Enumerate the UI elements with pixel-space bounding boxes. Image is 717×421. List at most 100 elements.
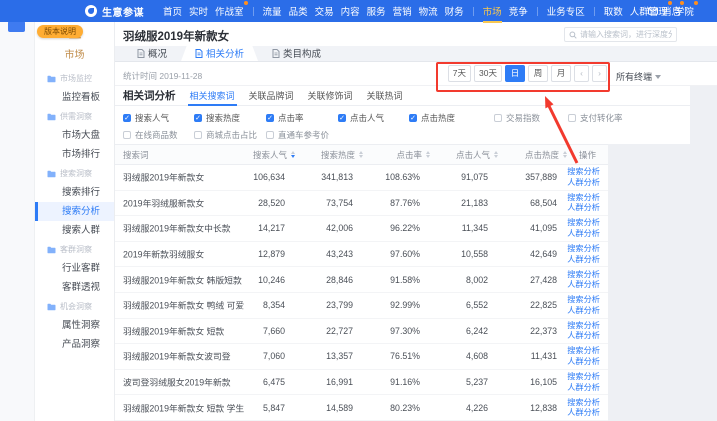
checkbox[interactable] bbox=[568, 114, 576, 122]
column-header[interactable]: 点击热度 bbox=[525, 145, 567, 164]
column-header[interactable]: 点击率 bbox=[396, 145, 430, 164]
sidebar-item[interactable]: 搜索人群 bbox=[35, 221, 114, 240]
search-input[interactable] bbox=[580, 30, 672, 39]
column-header[interactable]: 搜索人气 bbox=[253, 145, 295, 164]
nav-item[interactable]: 取数 bbox=[603, 4, 624, 18]
nav-item[interactable]: 营销 bbox=[392, 4, 413, 18]
sort-icon[interactable] bbox=[426, 151, 430, 158]
metric-option[interactable]: ✓搜索人气 bbox=[123, 112, 194, 124]
action-link[interactable]: 人群分析 bbox=[567, 383, 600, 393]
panel-tab[interactable]: 关联修饰词 bbox=[308, 86, 353, 105]
tab[interactable]: 概况 bbox=[123, 45, 181, 61]
metric-option[interactable]: ✓点击热度 bbox=[409, 112, 494, 124]
nav-item[interactable]: 服务 bbox=[366, 4, 387, 18]
version-tooltip[interactable]: 版本说明 bbox=[37, 25, 83, 38]
nav-item[interactable]: 物流 bbox=[418, 4, 439, 18]
metric-option[interactable]: ✓点击率 bbox=[266, 112, 338, 124]
panel-tab[interactable]: 相关搜索词 bbox=[190, 86, 235, 105]
sidebar-item[interactable]: 搜索分析 bbox=[35, 202, 114, 221]
action-link[interactable]: 人群分析 bbox=[567, 408, 600, 418]
checkbox[interactable] bbox=[194, 131, 202, 139]
action-link[interactable]: 搜索分析 bbox=[567, 270, 600, 280]
action-link[interactable]: 搜索分析 bbox=[567, 398, 600, 408]
terminal-label: 所有终端 bbox=[616, 70, 652, 83]
checkbox[interactable] bbox=[266, 131, 274, 139]
action-link[interactable]: 搜索分析 bbox=[567, 346, 600, 356]
terminal-dropdown[interactable]: 所有终端 bbox=[616, 70, 661, 83]
sidebar-item[interactable]: 搜索排行 bbox=[35, 183, 114, 202]
sort-icon[interactable] bbox=[359, 151, 363, 158]
action-link[interactable]: 人群分析 bbox=[567, 255, 600, 265]
action-link[interactable]: 搜索分析 bbox=[567, 372, 600, 382]
nav-item[interactable]: 财务 bbox=[444, 4, 465, 18]
action-link[interactable]: 搜索分析 bbox=[567, 218, 600, 228]
metric-option[interactable]: 交易指数 bbox=[494, 112, 568, 124]
metric-option[interactable]: ✓点击人气 bbox=[338, 112, 409, 124]
sort-icon[interactable] bbox=[291, 151, 295, 158]
checkbox[interactable] bbox=[494, 114, 502, 122]
panel-tab[interactable]: 关联热词 bbox=[367, 86, 403, 105]
action-link[interactable]: 人群分析 bbox=[567, 203, 600, 213]
tab[interactable]: 相关分析 bbox=[181, 45, 258, 61]
checkbox[interactable]: ✓ bbox=[266, 114, 274, 122]
nav-item[interactable]: 实时 bbox=[188, 4, 209, 18]
table-row: 羽绒服2019年新款女 鸭绒 可爱8,35423,79992.99%6,5522… bbox=[115, 293, 608, 319]
nav-message[interactable]: 消息 bbox=[648, 0, 681, 22]
sort-icon[interactable] bbox=[563, 151, 567, 158]
action-link[interactable]: 人群分析 bbox=[567, 331, 600, 341]
checkbox[interactable]: ✓ bbox=[409, 114, 417, 122]
action-link[interactable]: 搜索分析 bbox=[567, 321, 600, 331]
metric-option[interactable]: 在线商品数 bbox=[123, 129, 194, 141]
version-widget-icon[interactable] bbox=[8, 21, 25, 32]
sidebar-item[interactable]: 行业客群 bbox=[35, 259, 114, 278]
checkbox[interactable] bbox=[123, 131, 131, 139]
period-button[interactable]: 30天 bbox=[474, 65, 502, 82]
sort-icon[interactable] bbox=[494, 151, 498, 158]
tab[interactable]: 类目构成 bbox=[258, 45, 335, 61]
period-button[interactable]: 月 bbox=[551, 65, 571, 82]
sidebar-item[interactable]: 市场大盘 bbox=[35, 126, 114, 145]
period-button[interactable]: ‹ bbox=[574, 65, 589, 82]
nav-item[interactable]: 首页 bbox=[162, 4, 183, 18]
action-link[interactable]: 人群分析 bbox=[567, 229, 600, 239]
sidebar-item[interactable]: 产品洞察 bbox=[35, 335, 114, 354]
action-link[interactable]: 人群分析 bbox=[567, 280, 600, 290]
column-header[interactable]: 点击人气 bbox=[456, 145, 498, 164]
period-button[interactable]: 周 bbox=[528, 65, 548, 82]
metric-option[interactable]: ✓搜索热度 bbox=[194, 112, 266, 124]
panel-tab[interactable]: 关联品牌词 bbox=[249, 86, 294, 105]
action-link[interactable]: 搜索分析 bbox=[567, 193, 600, 203]
period-button[interactable]: 7天 bbox=[448, 65, 471, 82]
action-link[interactable]: 人群分析 bbox=[567, 178, 600, 188]
nav-item[interactable]: 竞争 bbox=[508, 4, 529, 18]
sidebar-item[interactable]: 监控看板 bbox=[35, 88, 114, 107]
sidebar-item[interactable]: 客群透视 bbox=[35, 278, 114, 297]
nav-item[interactable]: 流量 bbox=[262, 4, 283, 18]
nav-item[interactable]: 交易 bbox=[314, 4, 335, 18]
value-cell: 92.99% bbox=[390, 300, 420, 310]
sidebar-item[interactable]: 市场排行 bbox=[35, 145, 114, 164]
action-link[interactable]: 搜索分析 bbox=[567, 295, 600, 305]
checkbox[interactable]: ✓ bbox=[338, 114, 346, 122]
action-link[interactable]: 搜索分析 bbox=[567, 167, 600, 177]
nav-item[interactable]: 业务专区 bbox=[546, 4, 586, 18]
column-header[interactable]: 搜索热度 bbox=[321, 145, 363, 164]
sidebar-section: 搜索洞察 bbox=[35, 164, 114, 183]
app-logo[interactable]: 生意参谋 bbox=[85, 4, 144, 19]
nav-item[interactable]: 市场 bbox=[482, 4, 503, 18]
search-box[interactable] bbox=[564, 27, 677, 42]
checkbox[interactable]: ✓ bbox=[194, 114, 202, 122]
action-link[interactable]: 人群分析 bbox=[567, 357, 600, 367]
nav-item[interactable]: 品类 bbox=[288, 4, 309, 18]
action-link[interactable]: 搜索分析 bbox=[567, 244, 600, 254]
metric-option[interactable]: 支付转化率 bbox=[568, 112, 623, 124]
checkbox[interactable]: ✓ bbox=[123, 114, 131, 122]
sidebar-item[interactable]: 属性洞察 bbox=[35, 316, 114, 335]
period-button[interactable]: › bbox=[592, 65, 607, 82]
action-link[interactable]: 人群分析 bbox=[567, 306, 600, 316]
metric-option[interactable]: 商城点击占比 bbox=[194, 129, 266, 141]
period-button[interactable]: 日 bbox=[505, 65, 525, 82]
nav-item[interactable]: 作战室 bbox=[214, 4, 245, 18]
nav-item[interactable]: 内容 bbox=[340, 4, 361, 18]
metric-option[interactable]: 直通车参考价 bbox=[266, 129, 338, 141]
